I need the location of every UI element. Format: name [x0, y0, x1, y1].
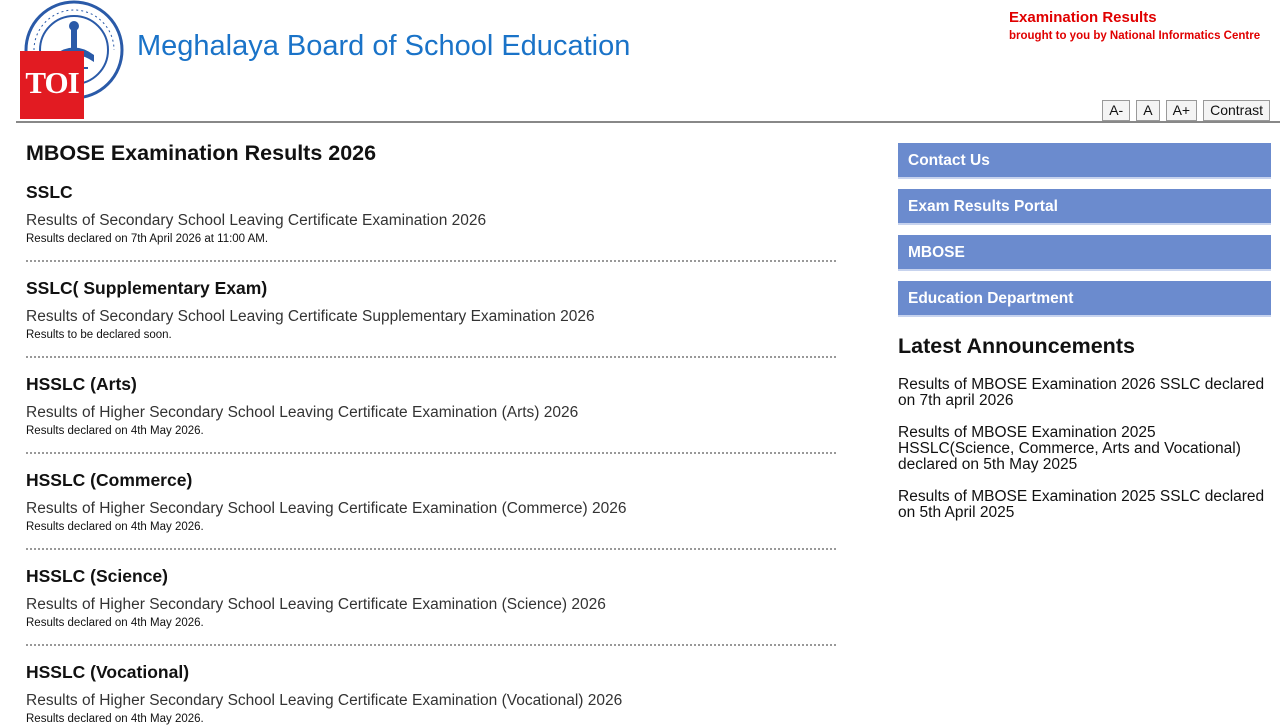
sidebar: Contact Us Exam Results Portal MBOSE Edu… — [898, 143, 1271, 537]
result-item-hsslc-arts: HSSLC (Arts) Results of Higher Secondary… — [26, 373, 836, 438]
result-link[interactable]: Results of Secondary School Leaving Cert… — [26, 307, 836, 327]
result-divider — [26, 644, 836, 646]
result-title: HSSLC (Commerce) — [26, 470, 193, 490]
toi-badge: TOI — [20, 51, 84, 119]
nic-credit: brought to you by National Informatics C… — [1009, 30, 1261, 42]
result-status: Results declared on 4th May 2026. — [26, 713, 204, 725]
result-link[interactable]: Results of Higher Secondary School Leavi… — [26, 499, 836, 519]
page-header: TOI Meghalaya Board of School Education … — [0, 0, 1280, 123]
site-title[interactable]: Meghalaya Board of School Education — [137, 30, 630, 63]
font-decrease-button[interactable]: A- — [1102, 100, 1131, 121]
sidebar-item-exam-results-portal[interactable]: Exam Results Portal — [898, 189, 1271, 225]
result-status: Results declared on 4th May 2026. — [26, 425, 204, 437]
sidebar-item-education-department[interactable]: Education Department — [898, 281, 1271, 317]
announcement-item[interactable]: Results of MBOSE Examination 2025 HSSLC(… — [898, 425, 1271, 473]
result-item-hsslc-science: HSSLC (Science) Results of Higher Second… — [26, 565, 836, 630]
result-link[interactable]: Results of Secondary School Leaving Cert… — [26, 211, 836, 231]
result-status: Results declared on 7th April 2026 at 11… — [26, 233, 269, 245]
contrast-button[interactable]: Contrast — [1203, 100, 1270, 121]
examination-results-label: Examination Results — [1009, 9, 1157, 26]
font-size-controls: A- A A+ Contrast — [1102, 100, 1270, 121]
result-divider — [26, 548, 836, 550]
announcement-item[interactable]: Results of MBOSE Examination 2025 SSLC d… — [898, 489, 1271, 521]
font-reset-button[interactable]: A — [1136, 100, 1160, 121]
announcements-heading: Latest Announcements — [898, 334, 1135, 358]
result-link[interactable]: Results of Higher Secondary School Leavi… — [26, 403, 836, 423]
result-status: Results declared on 4th May 2026. — [26, 521, 204, 533]
result-status: Results declared on 4th May 2026. — [26, 617, 204, 629]
result-divider — [26, 356, 836, 358]
result-item-hsslc-commerce: HSSLC (Commerce) Results of Higher Secon… — [26, 469, 836, 534]
result-title: HSSLC (Arts) — [26, 374, 137, 394]
header-divider — [16, 121, 1280, 123]
page-title: MBOSE Examination Results 2026 — [26, 141, 377, 165]
result-status: Results to be declared soon. — [26, 329, 172, 341]
result-divider — [26, 260, 836, 262]
results-list: MBOSE Examination Results 2026 SSLC Resu… — [26, 138, 836, 726]
announcement-item[interactable]: Results of MBOSE Examination 2026 SSLC d… — [898, 377, 1271, 409]
sidebar-item-contact-us[interactable]: Contact Us — [898, 143, 1271, 179]
result-title: HSSLC (Vocational) — [26, 662, 190, 682]
sidebar-item-mbose[interactable]: MBOSE — [898, 235, 1271, 271]
result-item-sslc: SSLC Results of Secondary School Leaving… — [26, 181, 836, 246]
font-increase-button[interactable]: A+ — [1165, 100, 1198, 121]
result-link[interactable]: Results of Higher Secondary School Leavi… — [26, 595, 836, 615]
result-item-sslc-supplementary: SSLC( Supplementary Exam) Results of Sec… — [26, 277, 836, 342]
result-title: SSLC( Supplementary Exam) — [26, 278, 268, 298]
result-title: SSLC — [26, 182, 73, 202]
result-link[interactable]: Results of Higher Secondary School Leavi… — [26, 691, 836, 711]
result-item-hsslc-vocational: HSSLC (Vocational) Results of Higher Sec… — [26, 661, 836, 726]
result-title: HSSLC (Science) — [26, 566, 168, 586]
result-divider — [26, 452, 836, 454]
